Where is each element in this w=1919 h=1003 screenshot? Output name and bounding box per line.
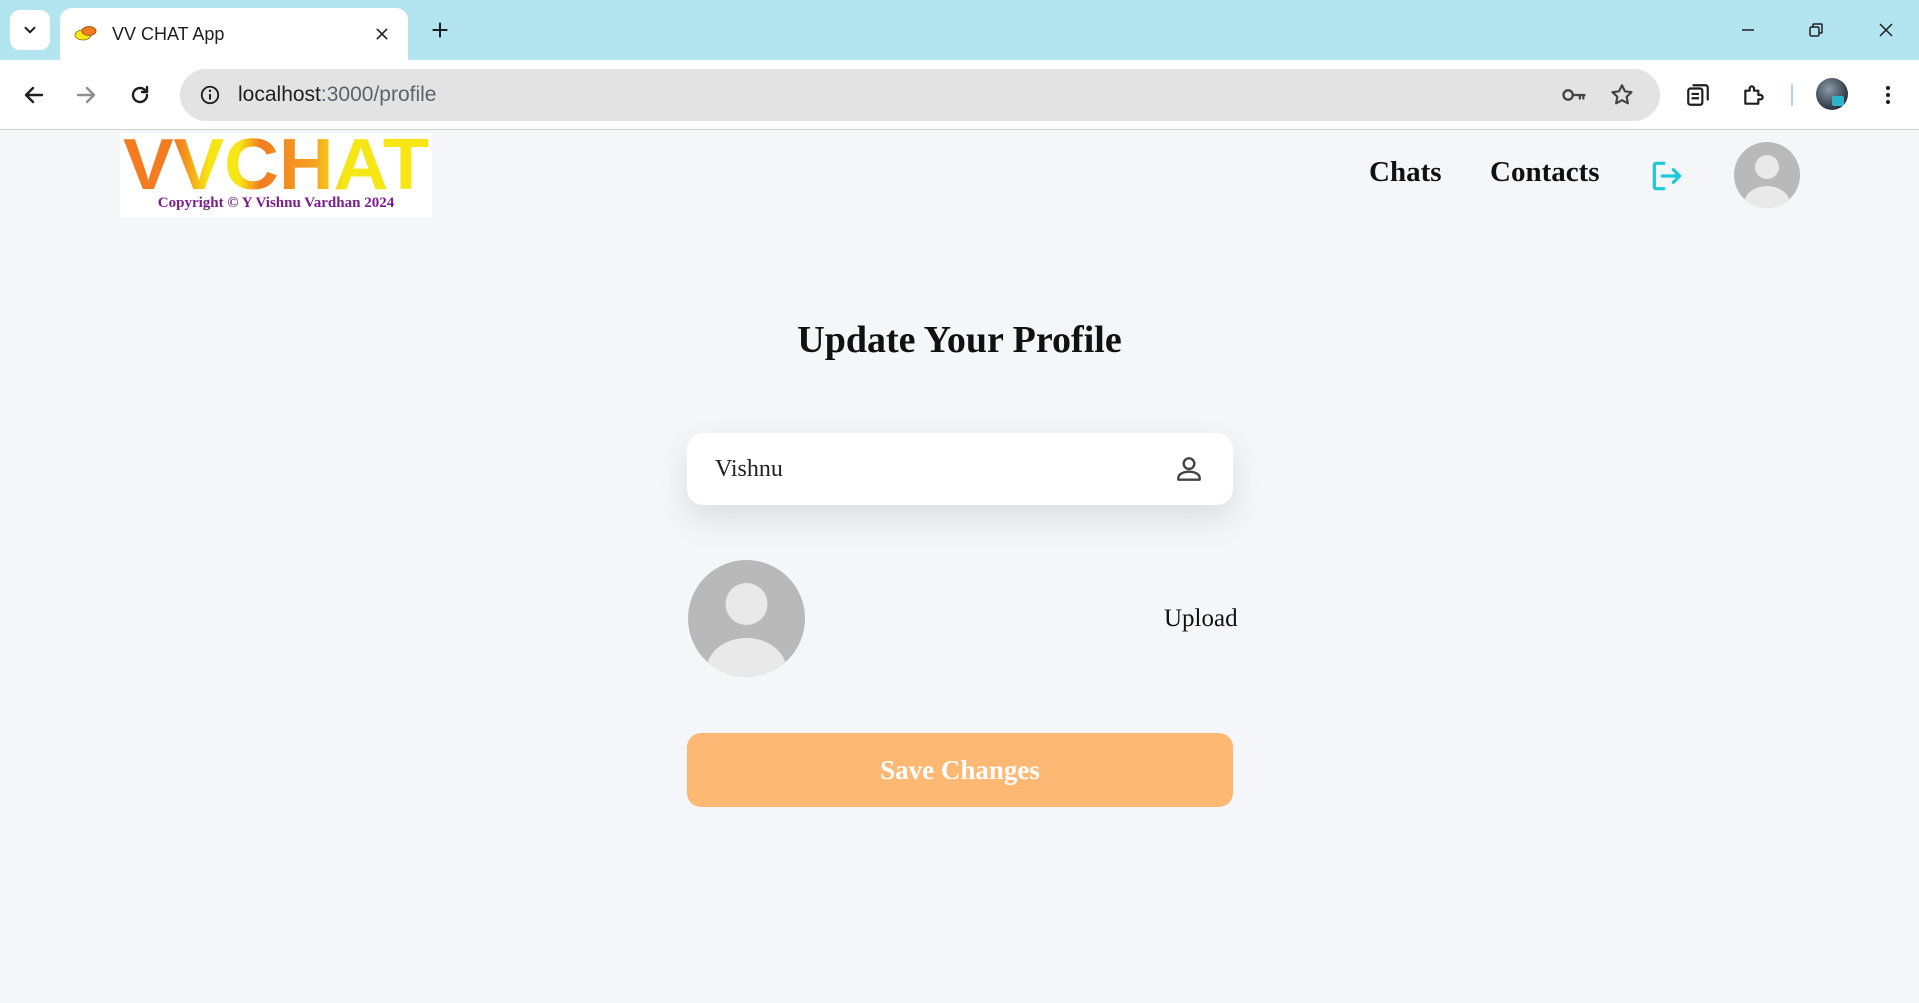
profile-avatar-preview [688,560,805,677]
restore-window-button[interactable] [1796,10,1836,50]
browser-tab-strip: VV CHAT App [0,0,1919,60]
user-silhouette-icon [706,583,787,677]
nav-link-contacts[interactable]: Contacts [1490,156,1600,189]
extensions-button[interactable] [1734,75,1774,115]
close-icon [1879,23,1893,37]
page-title: Update Your Profile [797,319,1122,361]
browser-toolbar: localhost:3000/profile [0,60,1919,130]
user-silhouette-icon [1744,155,1790,208]
tab-groups-button[interactable] [1678,75,1718,115]
chat-bubbles-favicon-icon [74,26,97,41]
back-button[interactable] [14,75,54,115]
kebab-menu-icon [1886,86,1890,104]
browser-tab-active[interactable]: VV CHAT App [60,8,408,60]
browser-profile-avatar[interactable] [1816,78,1848,110]
key-icon [1562,89,1586,101]
plus-icon [432,22,448,38]
reload-button[interactable] [120,75,160,115]
site-info-button[interactable] [194,79,226,111]
logout-icon[interactable] [1648,157,1686,195]
star-icon [1611,84,1633,105]
restore-icon [1809,23,1823,37]
forward-button[interactable] [66,75,106,115]
logo-wordmark: VVCHAT [123,133,429,197]
minimize-icon [1742,29,1754,31]
nav-link-chats[interactable]: Chats [1369,156,1442,189]
puzzle-icon [1744,85,1764,105]
tab-title: VV CHAT App [112,23,225,44]
arrow-left-icon [24,86,44,104]
person-icon [1177,457,1201,481]
reload-icon [131,85,149,104]
bookmark-button[interactable] [1606,79,1638,111]
browser-menu-button[interactable] [1868,75,1908,115]
close-window-button[interactable] [1866,10,1906,50]
arrow-right-icon [76,86,96,104]
url-host: localhost [238,83,321,106]
close-tab-button[interactable] [370,22,394,46]
minimize-window-button[interactable] [1728,10,1768,50]
logo-copyright: Copyright © Y Vishnu Vardhan 2024 [157,195,395,211]
tab-search-button[interactable] [10,10,50,50]
upload-photo-button[interactable]: Upload [1164,605,1238,633]
url-path: :3000/profile [320,83,437,106]
header-user-avatar[interactable] [1734,142,1800,208]
save-changes-button[interactable]: Save Changes [687,733,1233,807]
toolbar-separator [1791,84,1793,106]
tab-search-icon [1687,84,1709,106]
app-logo[interactable]: VVCHAT Copyright © Y Vishnu Vardhan 2024 [120,133,432,217]
address-bar[interactable]: localhost:3000/profile [180,69,1660,121]
close-icon [376,28,388,40]
url-text: localhost:3000/profile [238,83,436,107]
name-input[interactable] [715,455,1173,483]
name-field[interactable] [687,433,1233,505]
password-manager-button[interactable] [1558,79,1590,111]
logo-word-text: VVCHAT [123,133,429,197]
chevron-down-icon [24,26,36,34]
new-tab-button[interactable] [424,14,456,46]
info-icon [200,85,220,105]
